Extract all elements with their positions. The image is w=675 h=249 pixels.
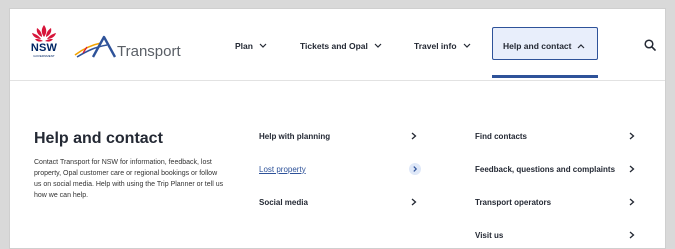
link-label: Lost property — [259, 164, 306, 174]
nav-tickets-label: Tickets and Opal — [300, 41, 368, 51]
nav-travel-label: Travel info — [414, 41, 457, 51]
chevron-down-icon — [374, 43, 382, 48]
link-label: Feedback, questions and complaints — [475, 164, 616, 174]
link-social-media[interactable]: Social media — [259, 195, 419, 209]
link-label: Help with planning — [259, 131, 331, 141]
panel-description: Contact Transport for NSW for informatio… — [34, 159, 224, 199]
link-lost-property[interactable]: Lost property — [259, 162, 421, 176]
chevron-right-icon — [411, 198, 417, 206]
link-label: Social media — [259, 197, 308, 207]
nsw-government-text: GOVERNMENT — [33, 54, 55, 58]
nav-plan[interactable]: Plan — [235, 38, 267, 54]
chevron-down-icon — [259, 43, 267, 48]
transport-logo-icon[interactable] — [73, 33, 123, 59]
link-label: Visit us — [475, 230, 504, 240]
nav-active-indicator — [492, 75, 598, 78]
nav-travel-info[interactable]: Travel info — [414, 38, 471, 54]
nav-tickets-and-opal[interactable]: Tickets and Opal — [300, 38, 382, 54]
page-frame: NSW GOVERNMENT Transport Plan Tickets an… — [9, 8, 666, 249]
nav-plan-label: Plan — [235, 41, 253, 51]
link-label: Transport operators — [475, 197, 552, 207]
search-icon[interactable] — [644, 39, 656, 51]
chevron-up-icon — [578, 44, 585, 49]
nav-help-label: Help and contact — [503, 41, 572, 51]
chevron-right-circle-icon — [409, 163, 421, 175]
chevron-right-icon — [411, 132, 417, 140]
chevron-right-icon — [629, 231, 635, 239]
link-find-contacts[interactable]: Find contacts — [475, 129, 637, 143]
link-help-with-planning[interactable]: Help with planning — [259, 129, 419, 143]
site-header: NSW GOVERNMENT Transport Plan Tickets an… — [10, 9, 665, 81]
link-visit-us[interactable]: Visit us — [475, 228, 637, 242]
transport-wordmark: Transport — [117, 43, 181, 60]
chevron-right-icon — [629, 165, 635, 173]
nav-help-and-contact[interactable]: Help and contact — [503, 38, 585, 54]
link-label: Find contacts — [475, 131, 528, 141]
chevron-right-icon — [629, 132, 635, 140]
nsw-wordmark: NSW — [30, 42, 58, 54]
panel-title: Help and contact — [34, 130, 163, 147]
chevron-right-icon — [629, 198, 635, 206]
link-transport-operators[interactable]: Transport operators — [475, 195, 637, 209]
chevron-down-icon — [463, 43, 470, 48]
link-feedback-questions-complaints[interactable]: Feedback, questions and complaints — [475, 162, 637, 176]
